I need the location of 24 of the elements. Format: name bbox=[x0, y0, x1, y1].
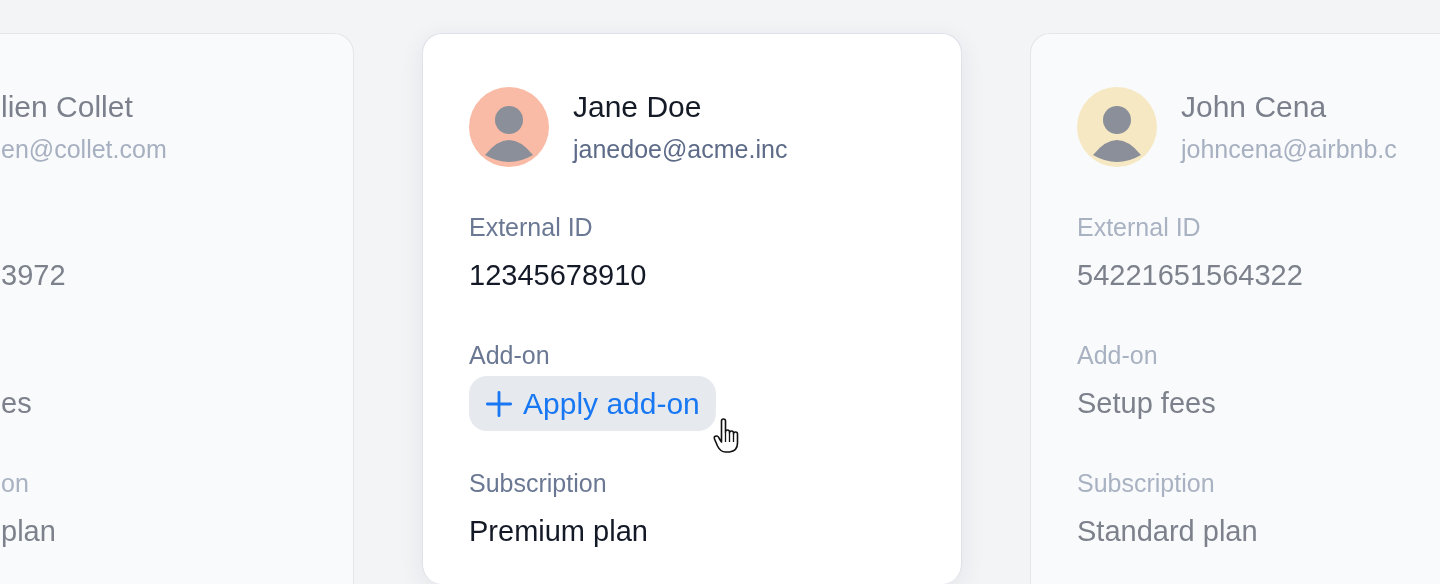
field-label: on bbox=[1, 469, 29, 497]
field-label: External ID bbox=[1077, 213, 1201, 241]
user-name: Jane Doe bbox=[573, 89, 703, 125]
field-value: Premium plan bbox=[469, 514, 649, 549]
field-value: 12345678910 bbox=[469, 258, 648, 293]
field-value: es bbox=[1, 386, 33, 421]
field-label: Add-on bbox=[469, 341, 550, 369]
field-label: Add-on bbox=[1077, 341, 1158, 369]
field-value: 54221651564322 bbox=[1077, 258, 1304, 293]
user-email: janedoe@acme.inc bbox=[573, 134, 788, 165]
user-name: lien Collet bbox=[1, 89, 134, 125]
apply-addon-button[interactable]: Apply add-on bbox=[469, 376, 716, 431]
field-value: 3972 bbox=[1, 258, 67, 293]
field-value: plan bbox=[1, 514, 57, 549]
user-email: en@collet.com bbox=[1, 134, 167, 165]
plus-icon bbox=[485, 389, 513, 418]
field-label: External ID bbox=[469, 213, 593, 241]
field-label: Subscription bbox=[1077, 469, 1215, 497]
user-email: johncena@airbnb.c bbox=[1181, 134, 1397, 165]
field-label: Subscription bbox=[469, 469, 607, 497]
field-value: Setup fees bbox=[1077, 386, 1217, 421]
field-value: Standard plan bbox=[1077, 514, 1259, 549]
user-name: John Cena bbox=[1181, 89, 1328, 125]
hand-cursor-icon bbox=[713, 418, 740, 454]
